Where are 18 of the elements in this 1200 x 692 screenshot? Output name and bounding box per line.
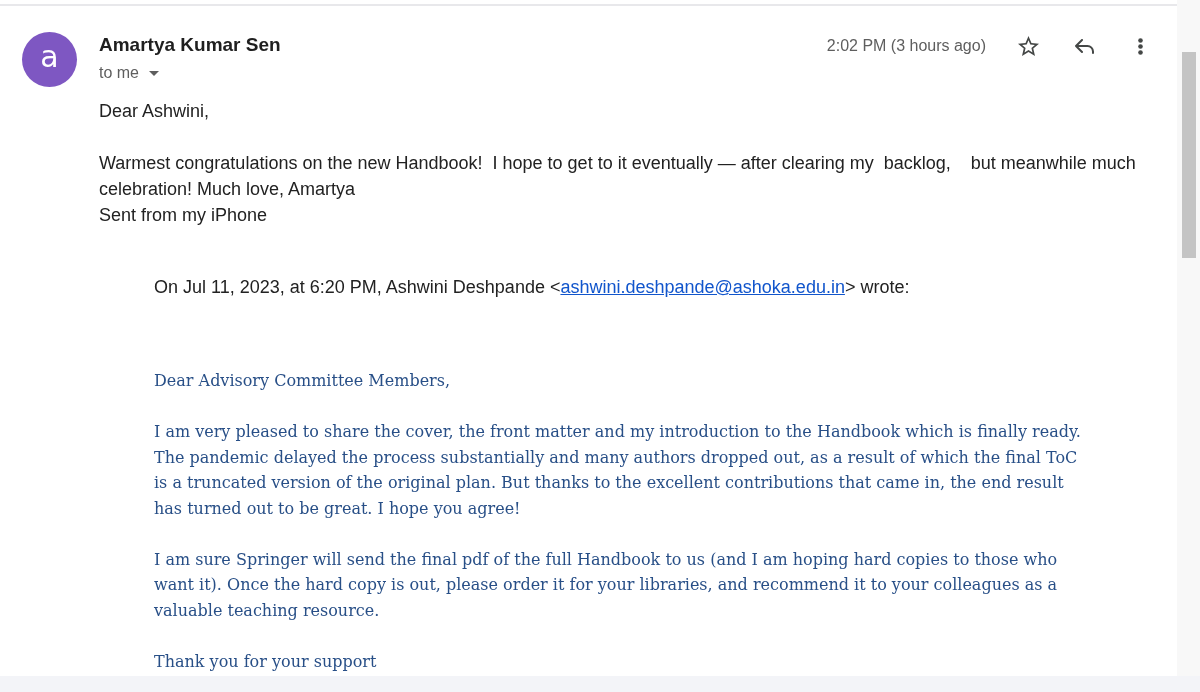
star-icon[interactable] [1018,36,1039,56]
greeting-text: Dear Ashwini, [99,100,211,123]
quoted-greeting: Dear Advisory Committee Members, [154,370,452,392]
reply-icon[interactable] [1075,38,1095,54]
recipients-button[interactable]: to me [99,62,159,84]
sender-avatar: a [22,32,77,87]
quoted-paragraph: I am very pleased to share the cover, the front matter and my introduction to the Handbook which is finally ready. The pandemic delayed the process substantially and many authors dropped out, as a result of which the final ToC is a truncated version of the original plan. But thanks to the excellent contributions that came in, the end result has turned out to be great. I hope you agree! [154,421,1082,520]
quoted-paragraph: I am sure Springer will send the final pdf of the full Handbook to us (and I am hoping hard copies to those who want it). Once the hard copy is out, please order it for your libraries, and recommend it to your colleagues as a valuable teaching resource. [154,548,1059,622]
quote-attribution: On Jul 11, 2023, at 6:20 PM, Ashwini Deshpande <ashwini.deshpande@ashoka.edu.in> wrote: [154,276,911,299]
three-dots-icon[interactable] [1138,37,1143,55]
message-time: 2:02 PM (3 hours ago) [826,37,986,55]
message-paragraph: Warmest congratulations on the new Handbook! I hope to get to it eventually — after clearing my backlog, but meanwhile much celebration! Much love, Amartya [99,152,1137,201]
scrollbar-track[interactable] [1177,0,1200,676]
sender-name: Amartya Kumar Sen [99,33,281,57]
email-link[interactable]: ashwini.deshpande@ashoka.edu.in [560,277,845,297]
quoted-paragraph: Thank you for your support [154,650,378,673]
scrollbar-thumb[interactable] [1182,52,1196,258]
signature-text: Sent from my iPhone [99,204,269,227]
